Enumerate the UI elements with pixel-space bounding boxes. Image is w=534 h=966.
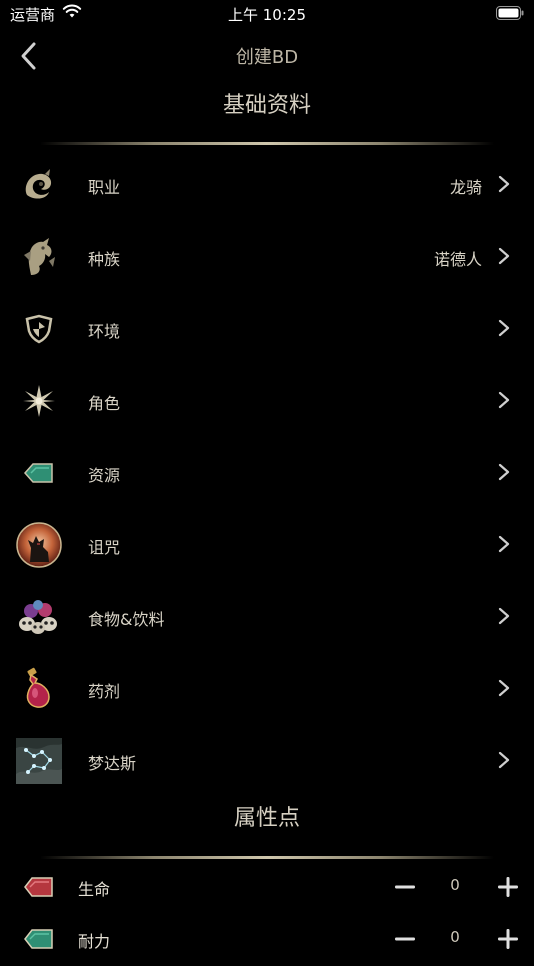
dragon-crest-icon	[16, 234, 62, 280]
mundus-map-icon	[16, 738, 62, 784]
star-burst-icon	[16, 378, 62, 424]
row-value: 龙骑	[449, 178, 482, 197]
attribute-row-health: 生命 0	[0, 862, 534, 914]
list-item-race[interactable]: 种族 诺德人	[0, 220, 534, 292]
attribute-value: 0	[450, 876, 460, 894]
list-item-role[interactable]: 角色	[0, 364, 534, 436]
status-time: 上午 10:25	[228, 6, 306, 24]
chevron-right-icon	[498, 391, 510, 409]
row-label: 资源	[88, 466, 121, 485]
nav-bar: 创建BD	[0, 36, 534, 76]
attribute-row-stamina: 耐力 0	[0, 914, 534, 966]
chevron-right-icon	[498, 679, 510, 697]
attribute-label: 耐力	[78, 932, 111, 951]
row-label: 环境	[88, 322, 121, 341]
decrement-button[interactable]	[394, 874, 416, 900]
list-item-resource[interactable]: 资源	[0, 436, 534, 508]
attribute-value: 0	[450, 928, 460, 946]
list-item-environment[interactable]: 环境	[0, 292, 534, 364]
row-label: 梦达斯	[88, 754, 137, 773]
section-divider	[40, 856, 494, 859]
list-item-food-drinks[interactable]: 食物&饮料	[0, 580, 534, 652]
section-divider	[40, 142, 494, 145]
dragon-emblem-icon	[16, 162, 62, 208]
row-label: 角色	[88, 394, 121, 413]
decrement-button[interactable]	[394, 926, 416, 952]
chevron-right-icon	[498, 247, 510, 265]
red-tag-icon	[24, 877, 53, 897]
list-item-potion[interactable]: 药剂	[0, 652, 534, 724]
chevron-right-icon	[498, 319, 510, 337]
chevron-right-icon	[498, 535, 510, 553]
list-item-curse[interactable]: 诅咒	[0, 508, 534, 580]
row-value: 诺德人	[433, 250, 482, 269]
werewolf-curse-icon	[16, 522, 62, 568]
teal-tag-icon	[16, 450, 62, 496]
attribute-label: 生命	[78, 880, 111, 899]
teal-tag-icon	[24, 929, 53, 949]
increment-button[interactable]	[496, 926, 520, 952]
list-item-class[interactable]: 职业 龙骑	[0, 148, 534, 220]
chevron-right-icon	[498, 751, 510, 769]
status-bar: 运营商 上午 10:25	[0, 0, 534, 28]
page-title: 创建BD	[235, 47, 299, 68]
chevron-right-icon	[498, 607, 510, 625]
food-drinks-icon	[16, 594, 62, 640]
row-label: 职业	[88, 178, 121, 197]
battery-icon	[496, 6, 524, 20]
list-item-mundus[interactable]: 梦达斯	[0, 724, 534, 796]
shield-icon	[16, 306, 62, 352]
row-label: 药剂	[88, 682, 121, 701]
row-label: 食物&饮料	[88, 610, 165, 629]
potion-icon	[16, 666, 62, 712]
chevron-right-icon	[498, 463, 510, 481]
row-label: 诅咒	[88, 538, 121, 557]
row-label: 种族	[88, 250, 121, 269]
chevron-right-icon	[498, 175, 510, 193]
section-title-attributes: 属性点	[233, 806, 300, 831]
section-title-basic: 基础资料	[222, 93, 311, 118]
increment-button[interactable]	[496, 874, 520, 900]
